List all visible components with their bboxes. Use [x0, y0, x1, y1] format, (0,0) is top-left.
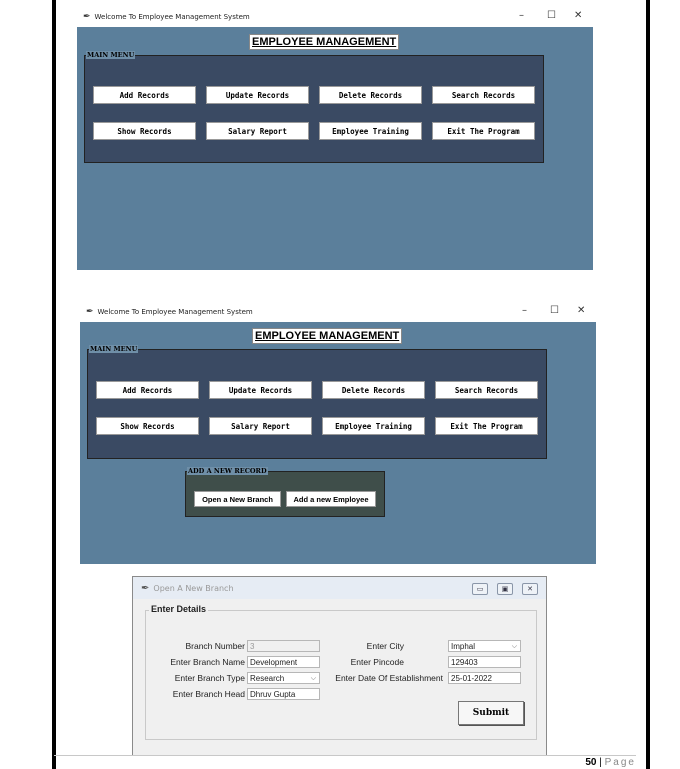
dialog-title: Open A New Branch [153, 583, 234, 593]
title-bar: ✒ Welcome To Employee Management System … [80, 302, 596, 322]
branch-type-value: Research [250, 674, 285, 683]
pincode-input[interactable]: 129403 [448, 656, 521, 668]
branch-head-input[interactable]: Dhruv Gupta [247, 688, 320, 700]
chevron-down-icon[interactable]: ⌵ [311, 673, 316, 685]
window-title: Welcome To Employee Management System [97, 308, 253, 316]
city-value: Imphal [451, 642, 476, 651]
branch-number-field: 3 [247, 640, 320, 652]
dialog-title-bar: ✒ Open A New Branch ▭ ▣ ✕ [133, 577, 546, 599]
close-icon[interactable]: ✕ [522, 583, 538, 595]
branch-type-select[interactable]: Research ⌵ [247, 672, 320, 684]
branch-number-label: Branch Number [185, 641, 245, 651]
minimize-icon[interactable]: ▭ [472, 583, 488, 595]
add-records-button[interactable]: Add Records [96, 381, 199, 399]
exit-program-button[interactable]: Exit The Program [435, 417, 538, 435]
main-window-2: ✒ Welcome To Employee Management System … [80, 302, 596, 564]
update-records-button[interactable]: Update Records [206, 86, 309, 104]
page-footer: 50 | Page [585, 757, 636, 768]
feather-icon: ✒ [86, 307, 94, 317]
add-record-label: ADD A NEW RECORD [187, 467, 268, 475]
city-select[interactable]: Imphal ⌵ [448, 640, 521, 652]
search-records-button[interactable]: Search Records [432, 86, 535, 104]
page-separator: | [599, 757, 602, 768]
minimize-icon[interactable]: – [522, 305, 527, 316]
maximize-icon[interactable]: ☐ [550, 305, 559, 316]
footer-divider [54, 755, 636, 756]
feather-icon: ✒ [141, 582, 150, 594]
open-branch-dialog: ✒ Open A New Branch ▭ ▣ ✕ Enter Details … [132, 576, 547, 756]
chevron-down-icon[interactable]: ⌵ [512, 641, 517, 653]
add-new-employee-button[interactable]: Add a new Employee [286, 491, 376, 507]
close-icon[interactable]: ✕ [577, 305, 585, 316]
main-menu-label: MAIN MENU [86, 51, 136, 59]
branch-name-label: Enter Branch Name [170, 657, 245, 667]
window-client: EMPLOYEE MANAGEMENT MAIN MENU Add Record… [77, 27, 593, 270]
feather-icon: ✒ [83, 12, 91, 22]
salary-report-button[interactable]: Salary Report [206, 122, 309, 140]
delete-records-button[interactable]: Delete Records [319, 86, 422, 104]
show-records-button[interactable]: Show Records [93, 122, 196, 140]
page-left-border [52, 0, 56, 769]
title-bar: ✒ Welcome To Employee Management System … [77, 7, 593, 27]
salary-report-button[interactable]: Salary Report [209, 417, 312, 435]
window-title: Welcome To Employee Management System [94, 13, 250, 21]
page-number: 50 [585, 757, 597, 768]
branch-name-input[interactable]: Development [247, 656, 320, 668]
branch-type-label: Enter Branch Type [174, 673, 245, 683]
minimize-icon[interactable]: – [519, 10, 524, 21]
submit-button[interactable]: Submit [458, 701, 524, 725]
city-label: Enter City [366, 641, 404, 651]
update-records-button[interactable]: Update Records [209, 381, 312, 399]
establishment-date-label: Enter Date Of Establishment [335, 673, 443, 683]
establishment-date-input[interactable]: 25-01-2022 [448, 672, 521, 684]
employee-training-button[interactable]: Employee Training [319, 122, 422, 140]
maximize-icon[interactable]: ▣ [497, 583, 513, 595]
exit-program-button[interactable]: Exit The Program [432, 122, 535, 140]
page-right-border [646, 0, 650, 769]
page-title: EMPLOYEE MANAGEMENT [249, 34, 400, 50]
delete-records-button[interactable]: Delete Records [322, 381, 425, 399]
page-word: Page [604, 757, 636, 768]
employee-training-button[interactable]: Employee Training [322, 417, 425, 435]
page-title: EMPLOYEE MANAGEMENT [252, 328, 403, 344]
add-record-frame: ADD A NEW RECORD Open a New Branch Add a… [185, 467, 385, 517]
show-records-button[interactable]: Show Records [96, 417, 199, 435]
branch-head-label: Enter Branch Head [172, 689, 245, 699]
main-menu-label: MAIN MENU [89, 345, 139, 353]
main-menu-frame: MAIN MENU Add Records Update Records Del… [84, 51, 544, 163]
add-records-button[interactable]: Add Records [93, 86, 196, 104]
group-label: Enter Details [149, 604, 209, 614]
search-records-button[interactable]: Search Records [435, 381, 538, 399]
main-window-1: ✒ Welcome To Employee Management System … [77, 7, 593, 270]
open-new-branch-button[interactable]: Open a New Branch [194, 491, 281, 507]
window-client: EMPLOYEE MANAGEMENT MAIN MENU Add Record… [80, 322, 596, 564]
maximize-icon[interactable]: ☐ [547, 10, 556, 21]
close-icon[interactable]: ✕ [574, 10, 582, 21]
pincode-label: Enter Pincode [350, 657, 404, 667]
main-menu-frame: MAIN MENU Add Records Update Records Del… [87, 345, 547, 459]
